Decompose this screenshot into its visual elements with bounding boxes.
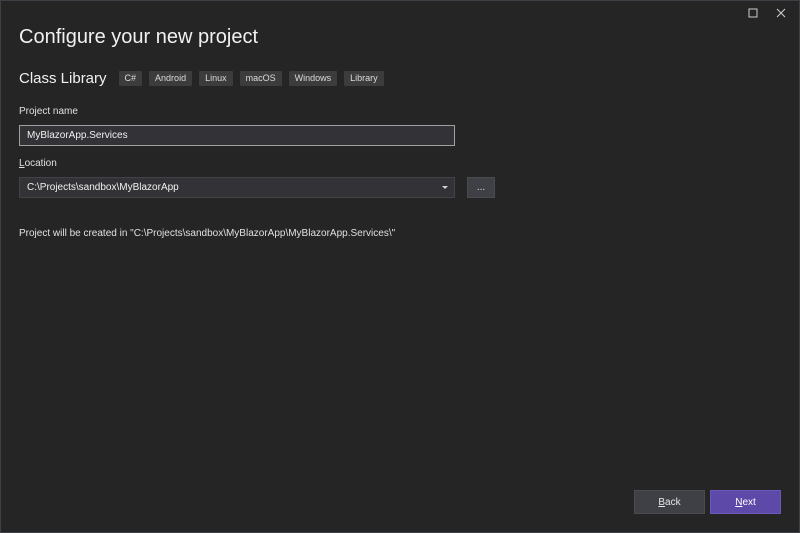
tag-csharp: C# xyxy=(118,71,143,86)
template-name: Class Library xyxy=(19,70,107,87)
page-title: Configure your new project xyxy=(19,26,259,48)
location-label: Location xyxy=(19,158,57,169)
tag-windows: Windows xyxy=(288,71,338,86)
back-access-key: B xyxy=(658,496,666,508)
chevron-down-icon xyxy=(442,186,448,189)
next-label-rest: ext xyxy=(742,496,756,508)
back-button[interactable]: Back xyxy=(634,490,705,514)
tag-linux: Linux xyxy=(199,71,233,86)
tag-android: Android xyxy=(149,71,193,86)
project-name-label: Project name xyxy=(19,106,78,117)
template-header: Class Library C# Android Linux macOS Win… xyxy=(19,70,391,87)
browse-button[interactable]: ... xyxy=(467,177,495,198)
maximize-button[interactable] xyxy=(742,4,764,22)
tag-macos: macOS xyxy=(239,71,282,86)
project-path-note: Project will be created in "C:\Projects\… xyxy=(19,228,396,239)
project-name-input[interactable] xyxy=(19,125,455,146)
location-label-rest: ocation xyxy=(24,158,57,169)
tag-library: Library xyxy=(344,71,384,86)
back-label-rest: ack xyxy=(665,496,681,508)
location-select[interactable]: C:\Projects\sandbox\MyBlazorApp xyxy=(19,177,455,198)
next-access-key: N xyxy=(735,496,743,508)
next-button[interactable]: Next xyxy=(710,490,781,514)
window-controls xyxy=(742,4,792,22)
close-button[interactable] xyxy=(770,4,792,22)
location-value: C:\Projects\sandbox\MyBlazorApp xyxy=(27,182,179,193)
close-icon xyxy=(776,8,786,18)
maximize-icon xyxy=(748,8,758,18)
